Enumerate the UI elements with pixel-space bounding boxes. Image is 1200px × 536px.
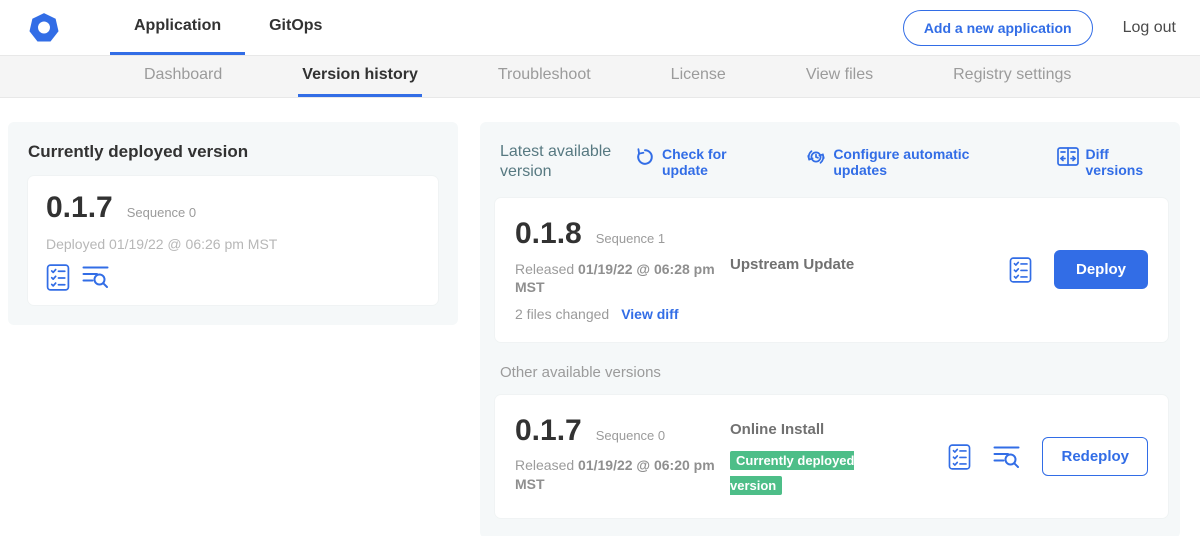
topnav-tabs: Application GitOps [110, 0, 346, 55]
deployed-version-card: 0.1.7 Sequence 0 Deployed 01/19/22 @ 06:… [28, 176, 438, 305]
topnav-tab-gitops[interactable]: GitOps [245, 0, 346, 55]
app-logo-icon [28, 12, 60, 44]
released-label: Released [515, 457, 574, 473]
topnav-right: Add a new application Log out [903, 0, 1176, 55]
other-source-label: Online Install [730, 421, 824, 438]
tab-license[interactable]: License [667, 56, 730, 97]
topnav-tab-application-label: Application [134, 17, 221, 35]
diff-versions-label: Diff versions [1086, 146, 1166, 178]
other-version-actions: Redeploy [938, 437, 1148, 476]
deploy-button[interactable]: Deploy [1054, 250, 1148, 289]
available-versions-header: Latest available version Check for updat… [495, 136, 1168, 198]
tab-registry-settings-label: Registry settings [953, 66, 1071, 84]
view-logs-button[interactable] [82, 265, 109, 289]
deployed-version-number: 0.1.7 [46, 192, 113, 224]
latest-source-column: Upstream Update [730, 218, 999, 274]
latest-source-label: Upstream Update [730, 256, 854, 273]
configure-automatic-updates-label: Configure automatic updates [833, 146, 978, 178]
preflight-checks-button[interactable] [948, 444, 971, 470]
latest-sequence-label: Sequence 1 [596, 231, 665, 246]
tab-version-history-label: Version history [302, 66, 418, 84]
check-for-update-button[interactable]: Check for update [635, 146, 728, 178]
version-card-latest: 0.1.8 Sequence 1 Released 01/19/22 @ 06:… [495, 198, 1168, 342]
redeploy-button[interactable]: Redeploy [1042, 437, 1148, 476]
tab-view-files[interactable]: View files [802, 56, 877, 97]
preflight-checks-button[interactable] [1009, 257, 1032, 283]
add-application-button[interactable]: Add a new application [903, 10, 1093, 46]
view-logs-icon [993, 445, 1020, 469]
currently-deployed-badge: Currently deployed version [730, 451, 854, 495]
latest-version-row: 0.1.8 Sequence 1 [515, 218, 730, 250]
tab-license-label: License [671, 66, 726, 84]
available-versions-panel: Latest available version Check for updat… [480, 122, 1180, 536]
main-content: Currently deployed version 0.1.7 Sequenc… [0, 98, 1200, 536]
view-logs-icon [82, 265, 109, 289]
other-version-row: 0.1.7 Sequence 0 [515, 415, 730, 447]
checklist-icon [948, 444, 971, 470]
view-logs-button[interactable] [993, 445, 1020, 469]
check-for-update-label: Check for update [662, 146, 728, 178]
other-versions-title: Other available versions [500, 364, 1168, 381]
tab-dashboard[interactable]: Dashboard [140, 56, 226, 97]
latest-released-timestamp: Released 01/19/22 @ 06:28 pm MST [515, 260, 730, 296]
topnav-tab-gitops-label: GitOps [269, 17, 322, 35]
tab-troubleshoot[interactable]: Troubleshoot [494, 56, 595, 97]
logout-link[interactable]: Log out [1123, 19, 1176, 37]
latest-version-info: 0.1.8 Sequence 1 Released 01/19/22 @ 06:… [515, 218, 730, 322]
latest-available-title: Latest available version [500, 142, 635, 182]
deployed-version-row: 0.1.7 Sequence 0 [46, 192, 420, 224]
deployed-badge-wrap: Currently deployed version [730, 449, 870, 499]
other-version-info: 0.1.7 Sequence 0 Released 01/19/22 @ 06:… [515, 415, 730, 493]
currently-deployed-title: Currently deployed version [28, 142, 438, 162]
view-diff-link[interactable]: View diff [621, 306, 678, 322]
version-card-other: 0.1.7 Sequence 0 Released 01/19/22 @ 06:… [495, 395, 1168, 519]
latest-version-number: 0.1.8 [515, 218, 582, 250]
released-label: Released [515, 261, 574, 277]
deployed-timestamp: Deployed 01/19/22 @ 06:26 pm MST [46, 236, 420, 252]
tab-view-files-label: View files [806, 66, 873, 84]
tab-troubleshoot-label: Troubleshoot [498, 66, 591, 84]
other-version-number: 0.1.7 [515, 415, 582, 447]
checklist-icon [46, 264, 70, 291]
schedule-update-icon [806, 147, 826, 167]
diff-versions-button[interactable]: Diff versions [1057, 146, 1166, 178]
latest-version-actions: Deploy [999, 250, 1148, 289]
currently-deployed-panel: Currently deployed version 0.1.7 Sequenc… [8, 122, 458, 325]
app-subnav: Dashboard Version history Troubleshoot L… [0, 56, 1200, 98]
top-navbar: Application GitOps Add a new application… [0, 0, 1200, 56]
tab-version-history[interactable]: Version history [298, 56, 422, 97]
configure-automatic-updates-button[interactable]: Configure automatic updates [806, 146, 978, 178]
app-logo[interactable] [28, 0, 60, 55]
tab-dashboard-label: Dashboard [144, 66, 222, 84]
deployed-sequence-label: Sequence 0 [127, 205, 196, 220]
preflight-checks-button[interactable] [46, 264, 70, 291]
other-released-timestamp: Released 01/19/22 @ 06:20 pm MST [515, 456, 730, 492]
tab-registry-settings[interactable]: Registry settings [949, 56, 1075, 97]
files-changed-count: 2 files changed [515, 306, 609, 322]
deployed-icon-row [46, 264, 420, 291]
topnav-tab-application[interactable]: Application [110, 0, 245, 55]
checklist-icon [1009, 257, 1032, 283]
refresh-icon [635, 147, 655, 167]
header-actions: Check for update Configure automatic upd… [635, 142, 1166, 182]
other-sequence-label: Sequence 0 [596, 428, 665, 443]
files-changed-row: 2 files changed View diff [515, 306, 730, 322]
diff-versions-icon [1057, 147, 1079, 166]
other-source-column: Online Install Currently deployed versio… [730, 415, 938, 499]
